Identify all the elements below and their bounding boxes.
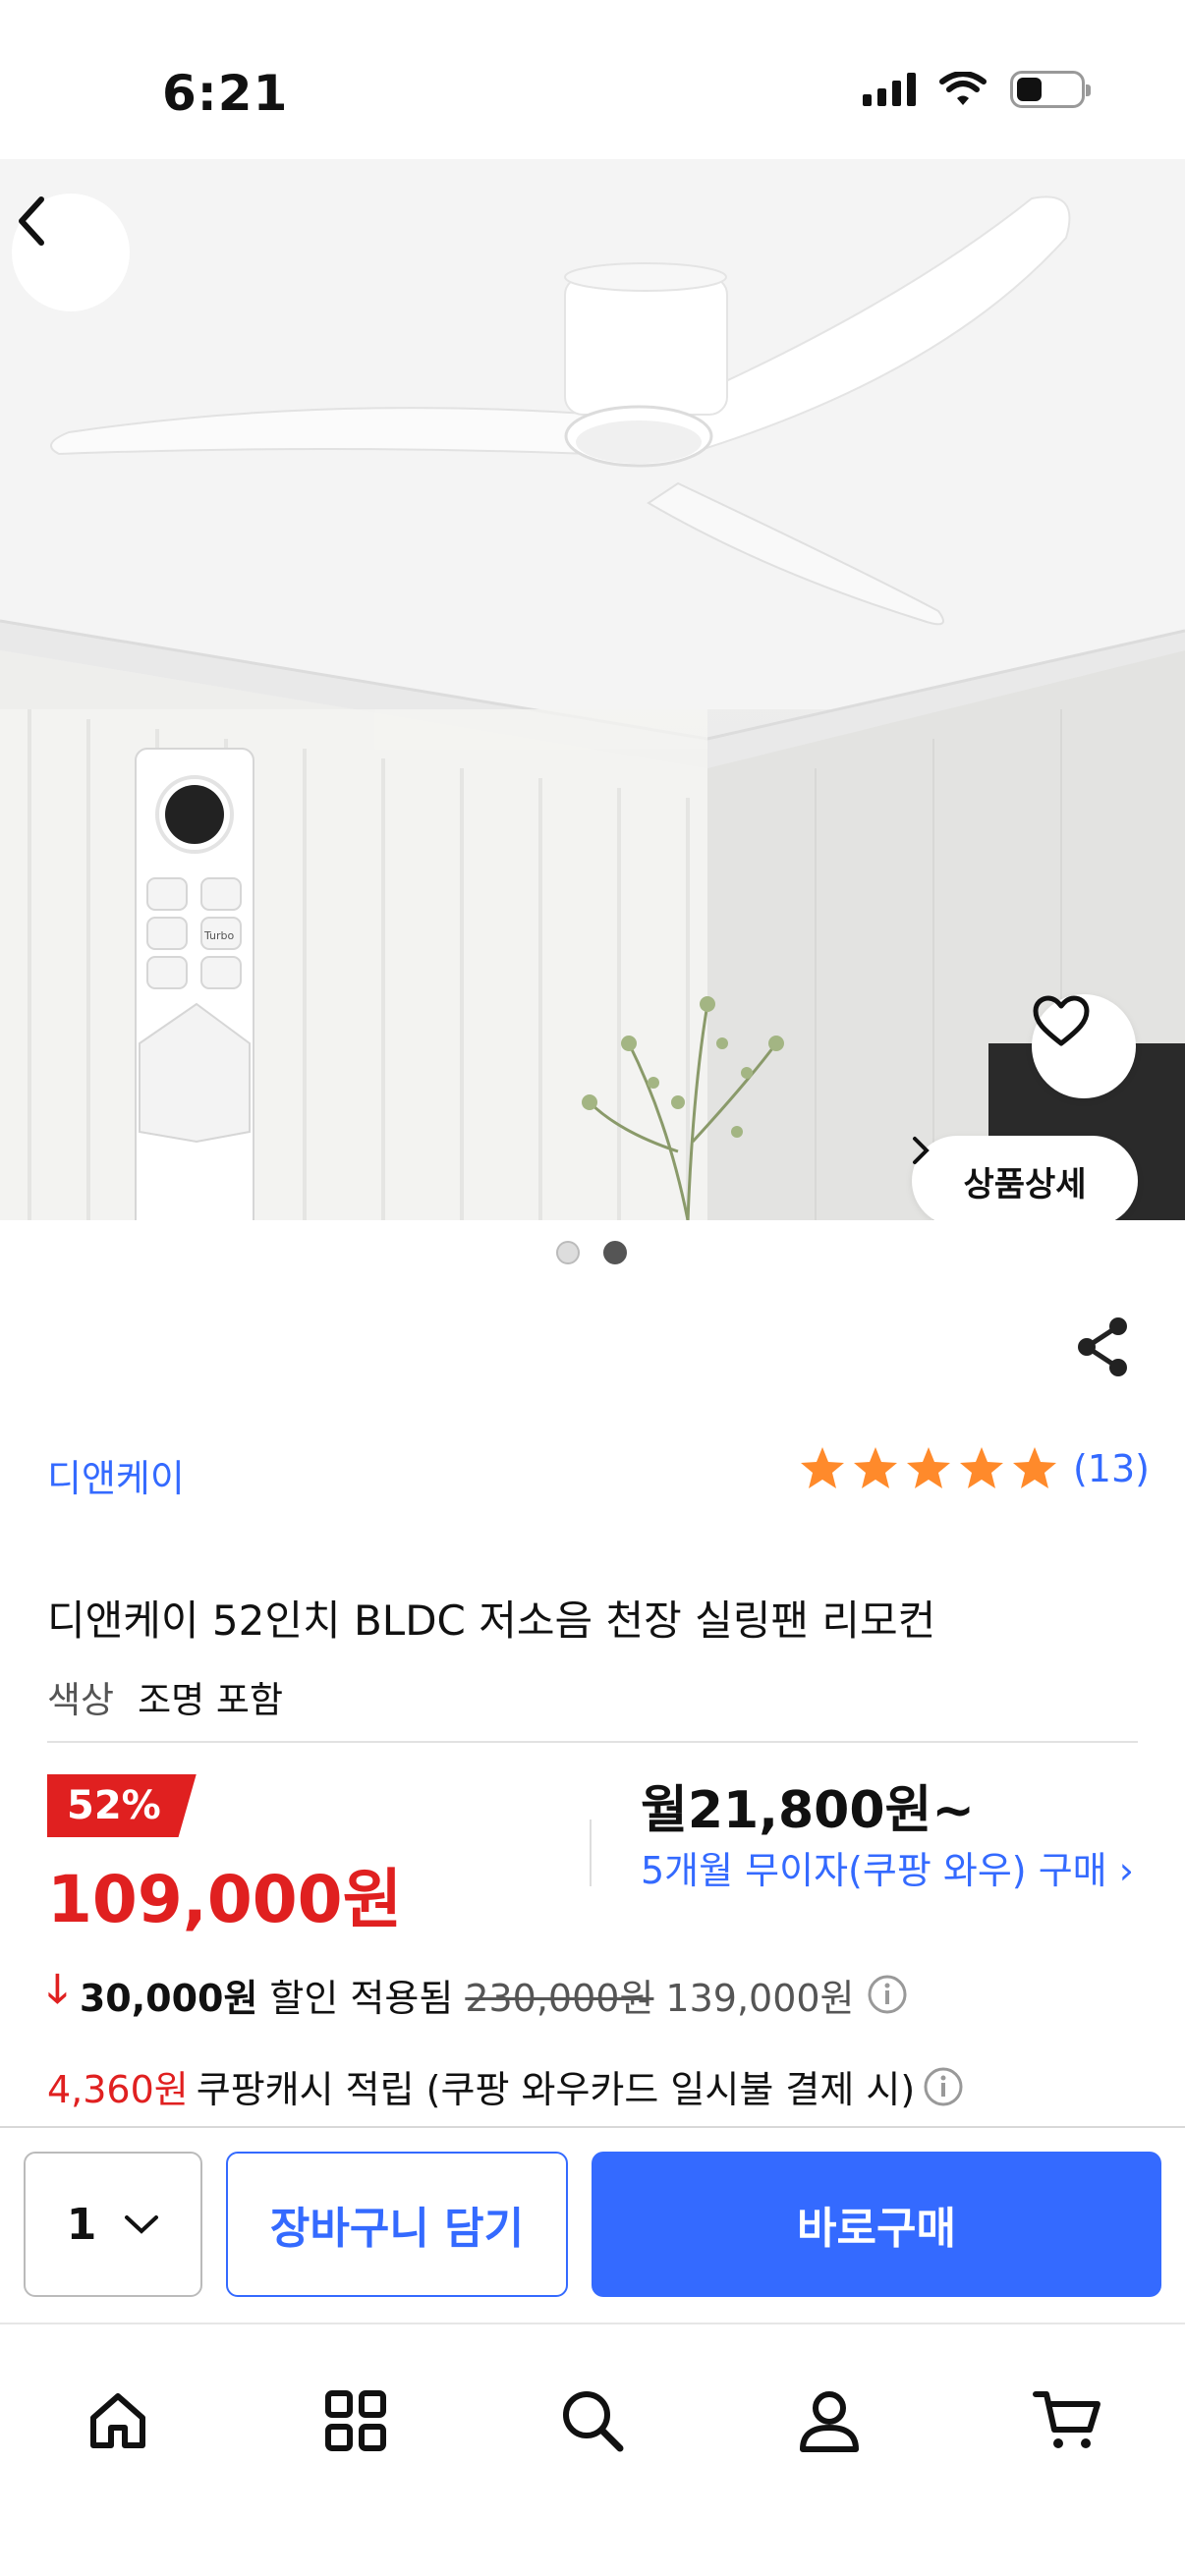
remote-button-label: Turbo bbox=[203, 929, 235, 942]
divider bbox=[47, 1741, 1138, 1743]
cart-icon bbox=[1033, 2391, 1100, 2448]
star-icon bbox=[800, 1447, 844, 1488]
search-icon bbox=[563, 2391, 624, 2452]
info-icon[interactable] bbox=[923, 2066, 964, 2107]
monthly-price: 월21,800원~ bbox=[641, 1781, 975, 1840]
vertical-divider bbox=[590, 1820, 592, 1886]
pager-dot[interactable] bbox=[556, 1241, 580, 1264]
share-icon bbox=[1078, 1317, 1127, 1376]
quantity-select[interactable]: 1 bbox=[24, 2152, 202, 2297]
wifi-icon bbox=[939, 72, 987, 105]
chevron-right-icon bbox=[913, 1137, 930, 1164]
option-row[interactable]: 색상 조명 포함 bbox=[47, 1670, 283, 1723]
tab-categories[interactable] bbox=[307, 2372, 405, 2470]
category-grid-icon bbox=[325, 2390, 386, 2451]
installment-link[interactable]: 5개월 무이자(쿠팡 와우) 구매 › bbox=[641, 1847, 1152, 1894]
discount-line: 🡓 30,000원 할인 적용됨 230,000원 139,000원 bbox=[47, 1961, 908, 2028]
battery-icon bbox=[1010, 71, 1091, 108]
info-icon[interactable] bbox=[867, 1974, 908, 2015]
quantity-value: 1 bbox=[66, 2199, 97, 2250]
back-button[interactable] bbox=[12, 194, 130, 311]
option-value: 조명 포함 bbox=[138, 1679, 284, 1721]
star-icon bbox=[1012, 1447, 1056, 1488]
chevron-left-icon bbox=[19, 196, 44, 246]
review-count[interactable]: (13) bbox=[1073, 1447, 1150, 1490]
favorite-button[interactable] bbox=[1032, 994, 1136, 1098]
down-arrow-icon: 🡓 bbox=[47, 1967, 68, 2012]
chevron-down-icon bbox=[125, 2215, 159, 2234]
original-price: 230,000원 bbox=[465, 1976, 654, 2020]
status-time: 6:21 bbox=[162, 65, 289, 122]
pager-dot-active[interactable] bbox=[603, 1241, 627, 1264]
purchase-bar: 1 장바구니 담기 바로구매 bbox=[0, 2126, 1185, 2323]
product-detail-button[interactable]: 상품상세 bbox=[912, 1136, 1138, 1220]
my-account-icon bbox=[800, 2391, 859, 2452]
status-icons bbox=[863, 71, 1091, 108]
heart-icon bbox=[1033, 995, 1090, 1046]
carousel-pager bbox=[556, 1241, 627, 1264]
brand-link[interactable]: 디앤케이 bbox=[47, 1448, 185, 1502]
option-label: 색상 bbox=[47, 1679, 115, 1721]
sale-price: 109,000원 bbox=[47, 1862, 403, 1937]
add-to-cart-button[interactable]: 장바구니 담기 bbox=[226, 2152, 568, 2297]
tab-home[interactable] bbox=[69, 2372, 167, 2470]
star-icon bbox=[853, 1447, 897, 1488]
share-button[interactable] bbox=[1073, 1313, 1132, 1381]
star-icon bbox=[906, 1447, 950, 1488]
cellular-signal-icon bbox=[863, 73, 916, 106]
discount-amount: 30,000원 bbox=[79, 1976, 258, 2020]
buy-now-button[interactable]: 바로구매 bbox=[592, 2152, 1161, 2297]
cash-text: 쿠팡캐시 적립 (쿠팡 와우카드 일시불 결제 시) bbox=[196, 2068, 916, 2111]
cash-amount: 4,360원 bbox=[47, 2068, 189, 2111]
cash-reward-line: 4,360원 쿠팡캐시 적립 (쿠팡 와우카드 일시불 결제 시) bbox=[47, 2059, 964, 2113]
bottom-tab-bar bbox=[0, 2323, 1185, 2576]
star-icon bbox=[959, 1447, 1003, 1488]
discount-text: 할인 적용됨 bbox=[269, 1976, 454, 2020]
status-bar: 6:21 bbox=[0, 0, 1185, 159]
product-detail-label: 상품상세 bbox=[963, 1164, 1087, 1204]
tab-search[interactable] bbox=[543, 2372, 642, 2470]
home-icon bbox=[90, 2393, 145, 2448]
tab-my-account[interactable] bbox=[780, 2372, 878, 2470]
product-image-carousel[interactable]: Turbo 상품상세 bbox=[0, 159, 1185, 1220]
rating[interactable]: (13) bbox=[798, 1444, 1150, 1493]
previous-price: 139,000원 bbox=[665, 1976, 855, 2020]
discount-badge: 52% bbox=[47, 1774, 197, 1837]
product-photo: Turbo bbox=[0, 159, 1185, 1220]
tab-cart[interactable] bbox=[1018, 2372, 1116, 2470]
product-title: 디앤케이 52인치 BLDC 저소음 천장 실링팬 리모컨 bbox=[47, 1596, 936, 1645]
